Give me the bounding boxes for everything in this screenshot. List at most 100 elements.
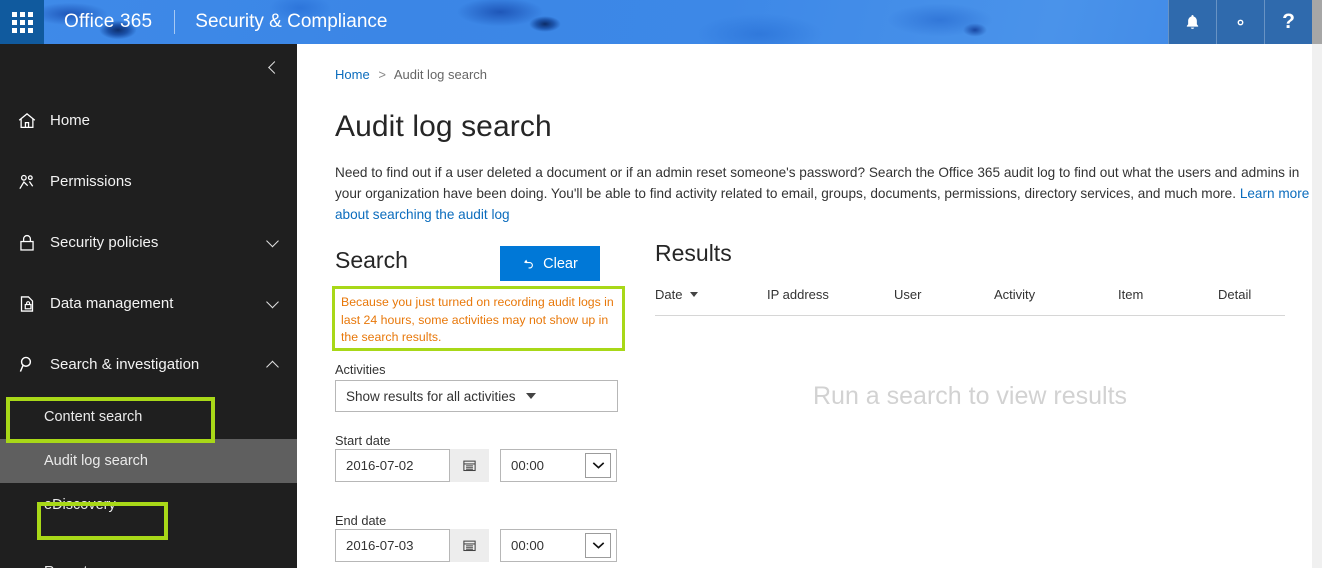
sidebar-item-label: Permissions: [50, 173, 132, 190]
column-header-date[interactable]: Date: [655, 287, 767, 302]
column-header-detail[interactable]: Detail: [1218, 287, 1285, 302]
calendar-icon: [463, 460, 476, 472]
clear-button[interactable]: Clear: [500, 246, 600, 281]
column-header-label: Item: [1118, 287, 1144, 302]
collapse-search-and-investigation[interactable]: [266, 358, 279, 373]
sidebar-item-home[interactable]: Home: [0, 90, 297, 151]
help-icon: ?: [1282, 10, 1295, 33]
expand-data-management[interactable]: [266, 295, 279, 308]
activities-label: Activities: [335, 362, 386, 377]
audit-log-search-page: Office 365 Security & Compliance ? Home …: [0, 0, 1322, 568]
undo-icon: [524, 259, 534, 269]
left-navigation: Home Permissions Security policies Data …: [0, 44, 297, 568]
end-date-value: 2016-07-03: [346, 538, 414, 553]
sidebar-subitem-label: eDiscovery: [44, 497, 116, 513]
sidebar-item-permissions[interactable]: Permissions: [0, 151, 297, 212]
page-scrollbar-track[interactable]: [1312, 0, 1322, 568]
page-scrollbar-thumb[interactable]: [1312, 0, 1322, 44]
column-header-label: Detail: [1218, 287, 1252, 302]
chevron-down-icon: [266, 234, 279, 247]
sidebar-subitem-label: Content search: [44, 409, 143, 425]
chevron-down-icon: [592, 542, 604, 549]
end-time-dropdown[interactable]: 00:00: [500, 529, 617, 562]
audit-warning-box: Because you just turned on recording aud…: [332, 286, 625, 351]
search-section-heading: Search: [335, 247, 408, 273]
chevron-down-icon: [592, 462, 604, 469]
app-launcher-button[interactable]: [0, 0, 44, 44]
page-title: Audit log search: [335, 110, 552, 143]
suite-brand-label: Office 365: [64, 11, 153, 32]
sidebar-item-label: Search & investigation: [50, 356, 200, 373]
end-date-input[interactable]: 2016-07-03: [335, 529, 450, 562]
start-time-value: 00:00: [511, 458, 545, 473]
sidebar-cut-off-label: Reports: [44, 564, 95, 568]
notifications-button[interactable]: [1168, 0, 1216, 44]
column-header-activity[interactable]: Activity: [994, 287, 1118, 302]
sidebar-item-security-policies[interactable]: Security policies: [0, 212, 297, 273]
start-time-dropdown[interactable]: 00:00: [500, 449, 617, 482]
sidebar-cut-off-item[interactable]: Reports: [0, 538, 297, 568]
column-header-label: Date: [655, 287, 683, 302]
results-empty-message: Run a search to view results: [812, 382, 1128, 410]
chevron-down-icon: [266, 295, 279, 308]
end-date-label: End date: [335, 513, 387, 528]
chevron-left-icon: [268, 60, 281, 74]
start-date-label: Start date: [335, 433, 391, 448]
bell-icon: [1186, 14, 1199, 29]
audit-warning-text: Because you just turned on recording aud…: [341, 295, 614, 344]
sidebar-subitem-label: Audit log search: [44, 453, 148, 469]
office365-suite-bar: Office 365 Security & Compliance ?: [0, 0, 1312, 44]
activities-value: Show results for all activities: [346, 388, 516, 404]
people-icon: [16, 171, 50, 193]
collapse-nav-button[interactable]: [0, 44, 297, 90]
chevron-up-icon: [266, 360, 279, 373]
start-date-input[interactable]: 2016-07-02: [335, 449, 450, 482]
time-chevron-button[interactable]: [585, 533, 611, 558]
suite-bar-spacer: [407, 0, 1168, 44]
column-header-ip-address[interactable]: IP address: [767, 287, 894, 302]
sidebar-item-audit-log-search[interactable]: Audit log search: [0, 439, 297, 483]
sidebar-item-search-and-investigation[interactable]: Search & investigation: [0, 334, 297, 395]
end-date-calendar-button[interactable]: [450, 529, 489, 562]
home-icon: [16, 110, 50, 132]
activities-dropdown[interactable]: Show results for all activities: [335, 380, 618, 412]
chevron-down-icon: [525, 393, 536, 399]
help-button[interactable]: ?: [1264, 0, 1312, 44]
column-header-item[interactable]: Item: [1118, 287, 1218, 302]
sidebar-item-data-management[interactable]: Data management: [0, 273, 297, 334]
calendar-icon: [463, 540, 476, 552]
suite-brand-link[interactable]: Office 365: [44, 0, 174, 44]
expand-security-policies[interactable]: [266, 234, 279, 247]
sidebar-item-label: Home: [50, 112, 91, 129]
sidebar-item-content-search[interactable]: Content search: [0, 395, 297, 439]
results-table-header-row: Date IP address User Activity Item Detai…: [655, 287, 1285, 316]
start-date-calendar-button[interactable]: [450, 449, 489, 482]
results-table: Date IP address User Activity Item Detai…: [655, 287, 1285, 316]
settings-button[interactable]: [1216, 0, 1264, 44]
main-content: Home > Audit log search Audit log search…: [297, 44, 1312, 568]
column-header-label: Activity: [994, 287, 1036, 302]
column-header-user[interactable]: User: [894, 287, 994, 302]
sidebar-item-label: Security policies: [50, 234, 159, 251]
time-chevron-button[interactable]: [585, 453, 611, 478]
intro-text: Need to find out if a user deleted a doc…: [335, 165, 1300, 201]
column-header-label: IP address: [767, 287, 829, 302]
document-lock-icon: [16, 293, 50, 315]
gear-icon: [1237, 19, 1244, 25]
end-time-value: 00:00: [511, 538, 545, 553]
column-header-label: User: [894, 287, 922, 302]
breadcrumb-home-link[interactable]: Home: [335, 67, 370, 82]
breadcrumb: Home > Audit log search: [335, 67, 487, 82]
app-name-link[interactable]: Security & Compliance: [175, 0, 407, 44]
lock-icon: [16, 232, 50, 254]
start-date-value: 2016-07-02: [346, 458, 414, 473]
magnifier-icon: [16, 353, 50, 376]
sort-descending-icon: [690, 292, 699, 297]
results-heading: Results: [655, 240, 732, 266]
sidebar-item-label: Data management: [50, 295, 174, 312]
suite-bar-icons: ?: [1168, 0, 1312, 44]
app-name-label: Security & Compliance: [195, 11, 388, 32]
sidebar-item-ediscovery[interactable]: eDiscovery: [0, 483, 297, 527]
breadcrumb-current: Audit log search: [393, 67, 488, 82]
clear-button-label: Clear: [543, 255, 578, 272]
